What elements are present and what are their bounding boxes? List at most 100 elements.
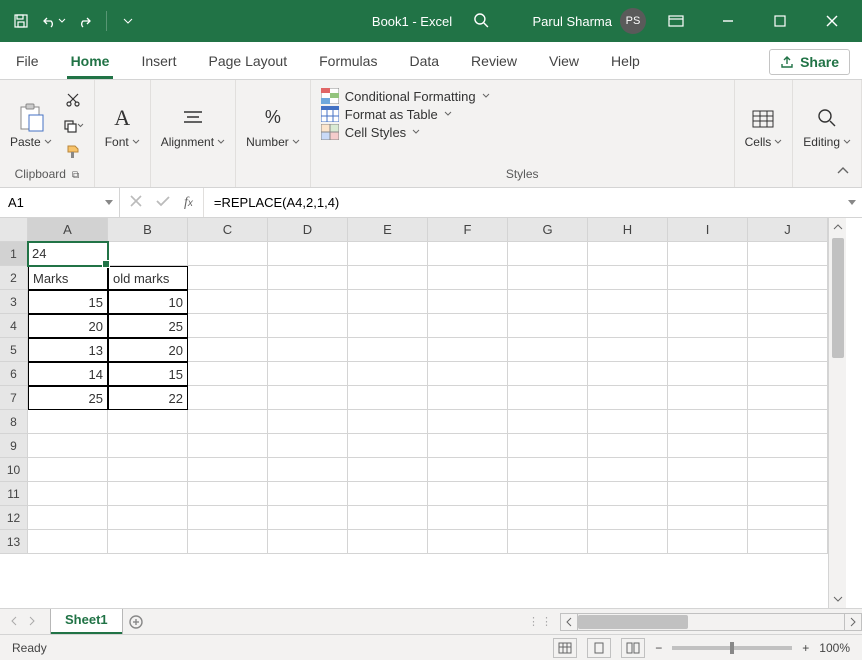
- copy-button[interactable]: [62, 115, 84, 137]
- cell-A4[interactable]: 20: [28, 314, 108, 338]
- tab-home[interactable]: Home: [67, 45, 114, 79]
- cell-A7[interactable]: 25: [28, 386, 108, 410]
- insert-function-button[interactable]: fx: [184, 195, 193, 211]
- expand-formula-bar-button[interactable]: [848, 200, 856, 205]
- row-header-12[interactable]: 12: [0, 506, 28, 530]
- sheet-tab[interactable]: Sheet1: [50, 609, 123, 634]
- cell-B2[interactable]: old marks: [108, 266, 188, 290]
- zoom-out-button[interactable]: −: [655, 641, 662, 655]
- row-header-1[interactable]: 1: [0, 242, 28, 266]
- name-box[interactable]: A1: [0, 188, 120, 217]
- tab-data[interactable]: Data: [405, 45, 443, 79]
- cell-A6[interactable]: 14: [28, 362, 108, 386]
- format-painter-button[interactable]: [62, 141, 84, 163]
- row-header-4[interactable]: 4: [0, 314, 28, 338]
- col-header-I[interactable]: I: [668, 218, 748, 242]
- col-header-C[interactable]: C: [188, 218, 268, 242]
- conditional-formatting-button[interactable]: Conditional Formatting: [321, 88, 490, 104]
- cell-B1[interactable]: [108, 242, 188, 266]
- close-button[interactable]: [810, 0, 854, 42]
- row-header-11[interactable]: 11: [0, 482, 28, 506]
- save-button[interactable]: [8, 8, 34, 34]
- add-sheet-button[interactable]: [123, 609, 149, 634]
- grid[interactable]: A B C D E F G H I J 1 24 2 Marks old mar…: [0, 218, 828, 608]
- row-header-8[interactable]: 8: [0, 410, 28, 434]
- tab-formulas[interactable]: Formulas: [315, 45, 381, 79]
- row-header-9[interactable]: 9: [0, 434, 28, 458]
- col-header-G[interactable]: G: [508, 218, 588, 242]
- col-header-H[interactable]: H: [588, 218, 668, 242]
- cell-B7[interactable]: 22: [108, 386, 188, 410]
- row-header-3[interactable]: 3: [0, 290, 28, 314]
- scroll-up-button[interactable]: [829, 218, 846, 236]
- clipboard-launcher[interactable]: ⧉: [72, 170, 79, 181]
- col-header-B[interactable]: B: [108, 218, 188, 242]
- cell-A2[interactable]: Marks: [28, 266, 108, 290]
- scroll-left-button[interactable]: [560, 613, 578, 631]
- cancel-formula-icon[interactable]: [130, 194, 142, 212]
- page-break-view-button[interactable]: [621, 638, 645, 658]
- alignment-button[interactable]: Alignment: [161, 105, 225, 149]
- scroll-down-button[interactable]: [829, 590, 846, 608]
- scroll-split-grip[interactable]: ⋮⋮: [522, 615, 560, 628]
- share-button[interactable]: Share: [769, 49, 850, 75]
- formula-input[interactable]: =REPLACE(A4,2,1,4): [203, 188, 862, 217]
- col-header-A[interactable]: A: [28, 218, 108, 242]
- row-header-13[interactable]: 13: [0, 530, 28, 554]
- number-button[interactable]: % Number: [246, 105, 300, 149]
- paste-button[interactable]: Paste: [10, 103, 52, 149]
- cell-A5[interactable]: 13: [28, 338, 108, 362]
- sheet-nav-prev[interactable]: [10, 614, 18, 629]
- col-header-D[interactable]: D: [268, 218, 348, 242]
- tab-insert[interactable]: Insert: [137, 45, 180, 79]
- minimize-button[interactable]: [706, 0, 750, 42]
- zoom-in-button[interactable]: +: [802, 641, 809, 655]
- tab-help[interactable]: Help: [607, 45, 644, 79]
- cells-button[interactable]: Cells: [745, 105, 783, 149]
- row-header-7[interactable]: 7: [0, 386, 28, 410]
- page-layout-view-button[interactable]: [587, 638, 611, 658]
- hscroll-thumb[interactable]: [578, 615, 688, 629]
- enter-formula-icon[interactable]: [156, 194, 170, 212]
- cell-A1[interactable]: 24: [28, 242, 108, 266]
- vertical-scrollbar[interactable]: [828, 218, 846, 608]
- cell-A3[interactable]: 15: [28, 290, 108, 314]
- maximize-button[interactable]: [758, 0, 802, 42]
- ribbon-display-button[interactable]: [654, 0, 698, 42]
- col-header-F[interactable]: F: [428, 218, 508, 242]
- sheet-tab-bar: Sheet1 ⋮⋮: [0, 608, 862, 634]
- col-header-E[interactable]: E: [348, 218, 428, 242]
- tab-view[interactable]: View: [545, 45, 583, 79]
- format-as-table-button[interactable]: Format as Table: [321, 106, 490, 122]
- col-header-J[interactable]: J: [748, 218, 828, 242]
- font-button[interactable]: A Font: [105, 105, 140, 149]
- tab-page-layout[interactable]: Page Layout: [204, 45, 291, 79]
- horizontal-scrollbar[interactable]: ⋮⋮: [522, 609, 862, 634]
- cell-B6[interactable]: 15: [108, 362, 188, 386]
- row-header-6[interactable]: 6: [0, 362, 28, 386]
- cell-styles-button[interactable]: Cell Styles: [321, 124, 490, 140]
- zoom-slider[interactable]: [672, 646, 792, 650]
- redo-button[interactable]: [72, 8, 98, 34]
- tab-file[interactable]: File: [12, 45, 43, 79]
- editing-button[interactable]: Editing: [803, 105, 851, 149]
- account-button[interactable]: Parul Sharma PS: [533, 8, 646, 34]
- sheet-nav-next[interactable]: [28, 614, 36, 629]
- zoom-level[interactable]: 100%: [819, 641, 850, 655]
- normal-view-button[interactable]: [553, 638, 577, 658]
- search-icon[interactable]: [472, 11, 490, 32]
- row-header-10[interactable]: 10: [0, 458, 28, 482]
- undo-button[interactable]: [40, 8, 66, 34]
- cell-B4[interactable]: 25: [108, 314, 188, 338]
- select-all-button[interactable]: [0, 218, 28, 242]
- cut-button[interactable]: [62, 89, 84, 111]
- tab-review[interactable]: Review: [467, 45, 521, 79]
- cell-B3[interactable]: 10: [108, 290, 188, 314]
- scroll-thumb[interactable]: [832, 238, 844, 358]
- row-header-2[interactable]: 2: [0, 266, 28, 290]
- cell-B5[interactable]: 20: [108, 338, 188, 362]
- collapse-ribbon-button[interactable]: [836, 163, 850, 181]
- scroll-right-button[interactable]: [844, 613, 862, 631]
- row-header-5[interactable]: 5: [0, 338, 28, 362]
- qat-customize-button[interactable]: [115, 8, 141, 34]
